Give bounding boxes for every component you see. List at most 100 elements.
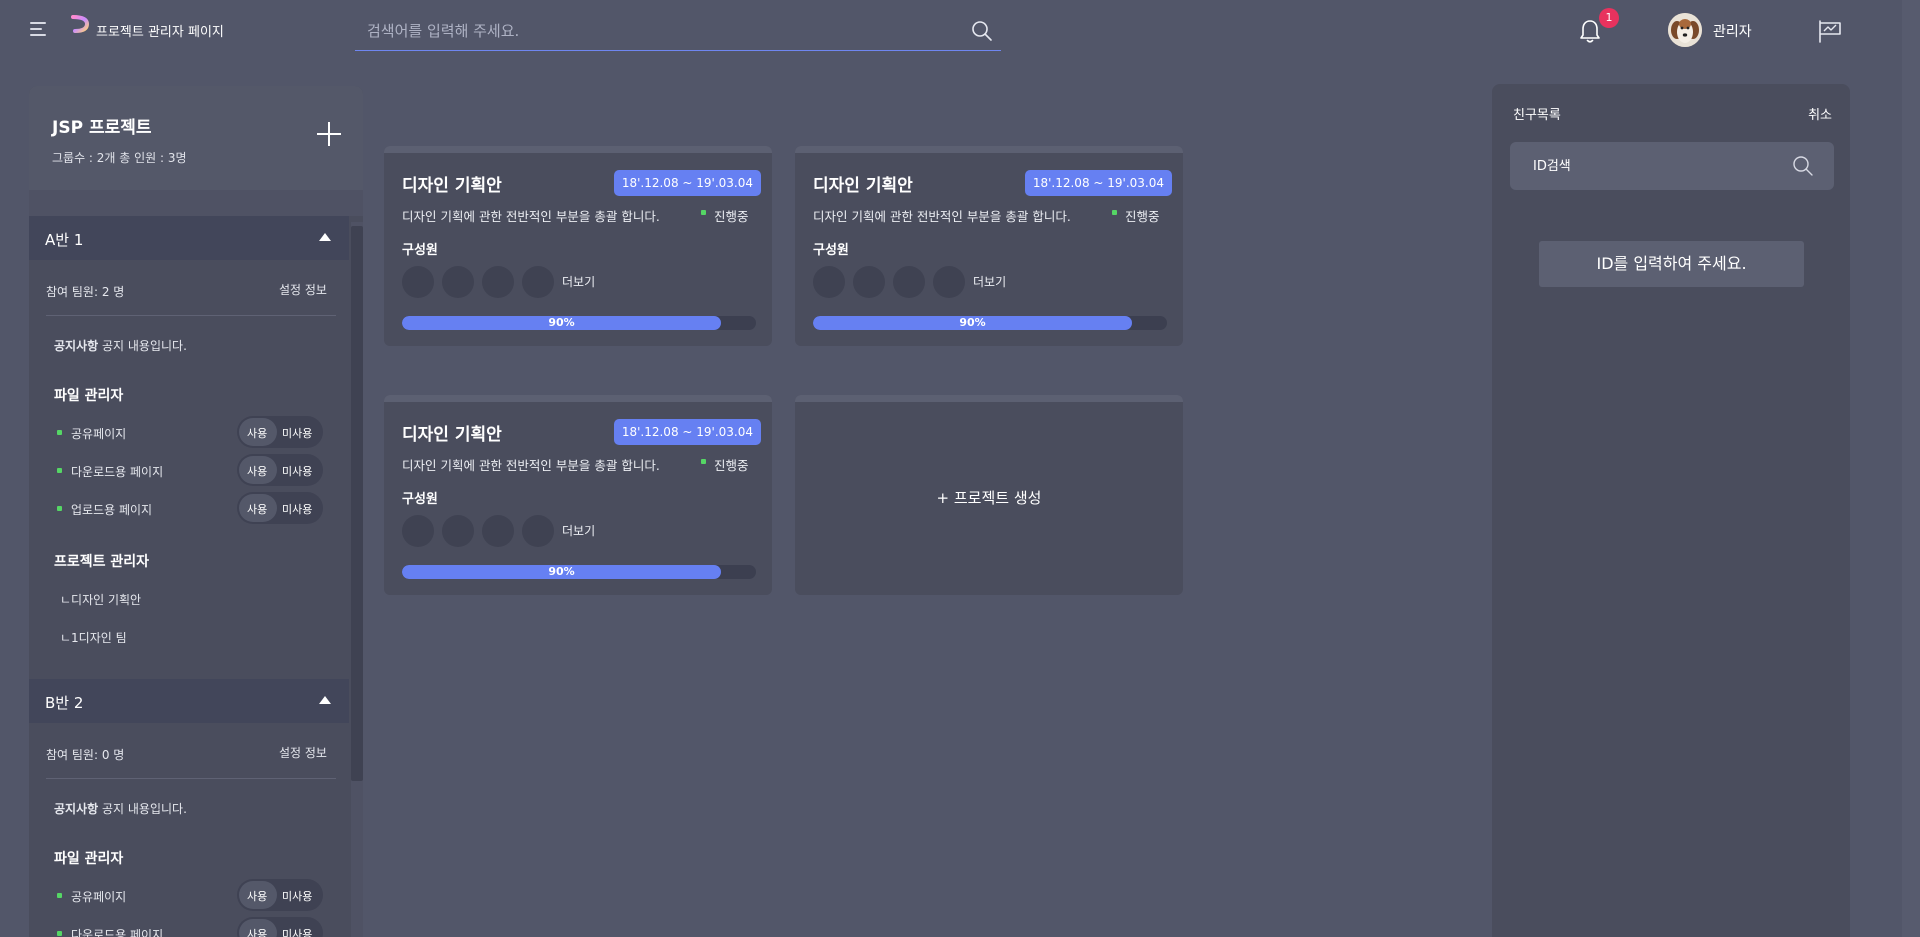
brand-title: 프로젝트 관리자 페이지 — [96, 25, 224, 40]
project-sub-item[interactable]: ㄴ1디자인 팀 — [60, 629, 127, 646]
member-avatar[interactable] — [402, 515, 434, 547]
friends-title: 친구목록 — [1513, 108, 1561, 123]
add-group-button[interactable] — [317, 122, 341, 146]
search-icon[interactable] — [971, 20, 993, 42]
project-header: JSP 프로젝트 그룹수 : 2개 총 인원 : 3명 — [29, 86, 363, 190]
file-item-label: 다운로드용 페이지 — [71, 928, 164, 937]
settings-link[interactable]: 설정 정보 — [279, 744, 327, 761]
create-project-button[interactable]: + 프로젝트 생성 — [795, 395, 1183, 595]
use-toggle[interactable]: 사용 미사용 — [237, 879, 323, 911]
search-icon[interactable] — [1792, 155, 1814, 177]
project-panel: JSP 프로젝트 그룹수 : 2개 총 인원 : 3명 A반 1 참여 팀원: … — [29, 86, 363, 937]
card-title: 디자인 기획안 — [813, 176, 913, 196]
members-label: 구성원 — [402, 492, 438, 507]
toggle-on-label: 사용 — [247, 465, 268, 478]
status-text: 진행중 — [1125, 209, 1160, 224]
group-member-count: 참여 팀원: 0 명 — [46, 748, 125, 762]
status-dot — [701, 459, 706, 464]
progress-bar: 90% — [402, 565, 756, 579]
group-header-b[interactable]: B반 2 — [29, 679, 349, 723]
use-toggle[interactable]: 사용 미사용 — [237, 917, 323, 937]
notice-label: 공지사항 — [54, 802, 99, 816]
card-description: 디자인 기획에 관한 전반적인 부분을 총괄 합니다. — [402, 209, 660, 224]
dog-avatar-icon — [1668, 13, 1702, 47]
collapse-triangle-icon[interactable] — [319, 696, 331, 704]
status-text: 진행중 — [714, 209, 749, 224]
id-search-box — [1510, 142, 1834, 190]
toggle-off-label: 미사용 — [282, 465, 313, 478]
user-name[interactable]: 관리자 — [1713, 21, 1752, 41]
progress-label: 90% — [959, 316, 986, 329]
member-avatar[interactable] — [522, 515, 554, 547]
use-toggle[interactable]: 사용 미사용 — [237, 416, 323, 448]
use-toggle[interactable]: 사용 미사용 — [237, 492, 323, 524]
card-top-strip — [795, 395, 1183, 402]
notice-row: 공지사항 공지 내용입니다. — [54, 337, 187, 354]
project-title: JSP 프로젝트 — [52, 118, 152, 138]
member-avatar[interactable] — [442, 515, 474, 547]
date-badge: 18'.12.08 ~ 19'.03.04 — [1024, 170, 1172, 196]
use-toggle[interactable]: 사용 미사용 — [237, 454, 323, 486]
window-edge — [1902, 0, 1920, 937]
avatar[interactable] — [1668, 13, 1702, 47]
chart-flag-icon[interactable] — [1817, 18, 1843, 44]
card-title: 디자인 기획안 — [402, 425, 502, 445]
project-card[interactable]: 디자인 기획안 18'.12.08 ~ 19'.03.04 디자인 기획에 관한… — [384, 395, 772, 595]
status-dot — [57, 931, 62, 936]
member-avatar[interactable] — [522, 266, 554, 298]
cancel-button[interactable]: 취소 — [1808, 104, 1832, 123]
file-item-label: 업로드용 페이지 — [71, 503, 153, 517]
card-title: 디자인 기획안 — [402, 176, 502, 196]
project-manager-title: 프로젝트 관리자 — [54, 554, 150, 570]
brand-logo-icon — [71, 14, 90, 44]
member-avatar[interactable] — [933, 266, 965, 298]
project-stats: 그룹수 : 2개 총 인원 : 3명 — [52, 151, 187, 165]
member-avatar[interactable] — [482, 515, 514, 547]
notice-text: 공지 내용입니다. — [102, 802, 187, 816]
progress-bar: 90% — [813, 316, 1167, 330]
bell-icon[interactable] — [1578, 18, 1602, 44]
toggle-off-label: 미사용 — [282, 427, 313, 440]
project-card[interactable]: 디자인 기획안 18'.12.08 ~ 19'.03.04 디자인 기획에 관한… — [795, 146, 1183, 346]
toggle-on-label: 사용 — [247, 503, 268, 516]
top-header: 프로젝트 관리자 페이지 1 관리자 — [0, 0, 1920, 62]
friends-panel: 친구목록 취소 ID를 입력하여 주세요. — [1492, 84, 1850, 937]
id-search-input[interactable] — [1510, 142, 1780, 190]
project-card[interactable]: 디자인 기획안 18'.12.08 ~ 19'.03.04 디자인 기획에 관한… — [384, 146, 772, 346]
more-link[interactable]: 더보기 — [562, 522, 595, 539]
status-dot — [57, 893, 62, 898]
divider — [46, 778, 336, 779]
file-manager-title: 파일 관리자 — [54, 851, 124, 867]
member-avatar[interactable] — [893, 266, 925, 298]
collapse-triangle-icon[interactable] — [319, 233, 331, 241]
progress-label: 90% — [548, 316, 575, 329]
status-text: 진행중 — [714, 458, 749, 473]
project-sub-item[interactable]: ㄴ디자인 기획안 — [60, 591, 141, 608]
member-avatar[interactable] — [813, 266, 845, 298]
file-item-label: 다운로드용 페이지 — [71, 465, 164, 479]
member-avatar[interactable] — [402, 266, 434, 298]
toggle-off-label: 미사용 — [282, 503, 313, 516]
group-name: A반 1 — [45, 231, 84, 249]
toggle-off-label: 미사용 — [282, 890, 313, 903]
member-avatar[interactable] — [853, 266, 885, 298]
status-dot — [57, 506, 62, 511]
member-avatar[interactable] — [482, 266, 514, 298]
scrollbar-thumb[interactable] — [351, 226, 363, 781]
id-hint-message: ID를 입력하여 주세요. — [1539, 241, 1804, 287]
members-label: 구성원 — [402, 243, 438, 258]
settings-link[interactable]: 설정 정보 — [279, 281, 327, 298]
group-member-count: 참여 팀원: 2 명 — [46, 285, 125, 299]
more-link[interactable]: 더보기 — [562, 273, 595, 290]
card-top-strip — [795, 146, 1183, 153]
member-avatar[interactable] — [442, 266, 474, 298]
toggle-on-label: 사용 — [247, 427, 268, 440]
date-badge: 18'.12.08 ~ 19'.03.04 — [613, 419, 761, 445]
search-input[interactable] — [355, 12, 955, 50]
toggle-on-label: 사용 — [247, 928, 268, 937]
menu-icon[interactable] — [30, 22, 46, 36]
file-item-label: 공유페이지 — [71, 427, 127, 441]
status-dot — [57, 430, 62, 435]
more-link[interactable]: 더보기 — [973, 273, 1006, 290]
group-header-a[interactable]: A반 1 — [29, 216, 349, 260]
